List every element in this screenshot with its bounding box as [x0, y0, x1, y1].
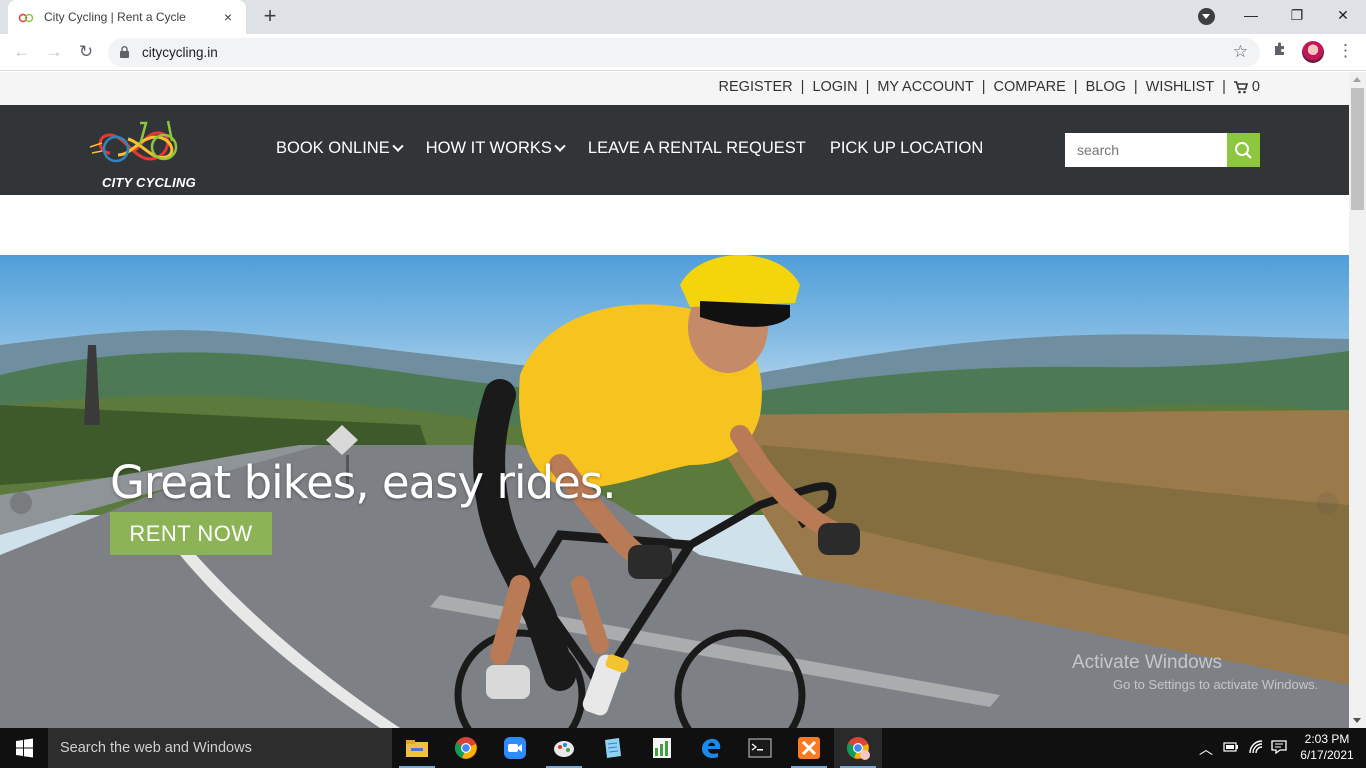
scroll-up-arrow-icon[interactable] — [1353, 77, 1361, 82]
cart-link[interactable]: 0 — [1233, 79, 1260, 95]
taskbar-search-placeholder: Search the web and Windows — [60, 740, 252, 756]
separator: | — [865, 79, 870, 95]
terminal-icon[interactable] — [736, 728, 784, 768]
spreadsheet-icon[interactable] — [638, 728, 686, 768]
scroll-thumb[interactable] — [1351, 88, 1364, 210]
edge-icon[interactable] — [687, 728, 735, 768]
new-tab-button[interactable]: + — [258, 5, 282, 29]
clock-date: 6/17/2021 — [1300, 748, 1354, 762]
wifi-icon[interactable] — [1248, 739, 1264, 758]
search-input[interactable] — [1065, 133, 1227, 167]
site-favicon-icon — [18, 13, 34, 23]
search-icon — [1235, 142, 1252, 159]
web-page: REGISTER | LOGIN | MY ACCOUNT | COMPARE … — [0, 72, 1349, 728]
register-link[interactable]: REGISTER — [719, 79, 793, 95]
slider-prev-arrow-icon[interactable] — [10, 492, 32, 514]
login-link[interactable]: LOGIN — [812, 79, 857, 95]
nav-leave-rental-request[interactable]: LEAVE A RENTAL REQUEST — [588, 139, 806, 158]
lock-icon — [120, 46, 129, 58]
cart-count: 0 — [1251, 79, 1260, 95]
scroll-down-arrow-icon[interactable] — [1353, 718, 1361, 723]
bicycle-logo-icon — [89, 120, 178, 163]
nav-label: PICK UP LOCATION — [829, 139, 984, 157]
close-window-button[interactable]: ✕ — [1320, 0, 1366, 32]
blog-link[interactable]: BLOG — [1086, 79, 1126, 95]
system-clock[interactable]: 2:03 PM 6/17/2021 — [1296, 731, 1358, 763]
xampp-icon[interactable] — [785, 728, 833, 768]
page-scrollbar[interactable] — [1349, 72, 1366, 728]
paint-icon[interactable] — [540, 728, 588, 768]
main-navigation: CITY CYCLING BOOK ONLINE HOW IT WORKS LE… — [0, 105, 1349, 195]
activate-windows-watermark: Activate Windows Go to Settings to activ… — [1072, 652, 1318, 692]
close-tab-icon[interactable]: × — [220, 9, 236, 25]
search-button[interactable] — [1227, 133, 1260, 167]
battery-icon[interactable] — [1223, 739, 1239, 758]
nav-pick-up-location[interactable]: PICK UP LOCATION — [830, 139, 983, 158]
separator: | — [1073, 79, 1078, 95]
chevron-down-icon — [554, 140, 566, 152]
primary-menu: BOOK ONLINE HOW IT WORKS LEAVE A RENTAL … — [276, 139, 1007, 158]
browser-toolbar: ← → ↻ citycycling.in ☆ ⋮ — [0, 34, 1366, 71]
separator: | — [981, 79, 986, 95]
chevron-down-icon — [392, 140, 404, 152]
back-arrow-icon[interactable]: ← — [10, 40, 34, 64]
reload-icon[interactable]: ↻ — [74, 40, 98, 64]
separator: | — [1133, 79, 1138, 95]
taskbar-search-box[interactable]: Search the web and Windows — [48, 728, 392, 768]
chrome-profile-icon[interactable] — [834, 728, 882, 768]
address-bar[interactable]: citycycling.in ☆ — [108, 38, 1260, 67]
rent-now-button[interactable]: RENT NOW — [110, 512, 272, 555]
hero-headline: Great bikes, easy rides. — [110, 456, 616, 509]
extensions-puzzle-icon[interactable] — [1270, 41, 1290, 61]
browser-tab-strip: City Cycling | Rent a Cycle × + — ❐ ✕ — [0, 0, 1366, 34]
clock-time: 2:03 PM — [1304, 732, 1350, 746]
hero-slider: Great bikes, easy rides. RENT NOW Activa… — [0, 255, 1349, 728]
nav-label: BOOK ONLINE — [276, 139, 390, 157]
forward-arrow-icon[interactable]: → — [42, 40, 66, 64]
separator: | — [800, 79, 805, 95]
nav-book-online[interactable]: BOOK ONLINE — [276, 139, 404, 158]
windows-taskbar: Search the web and Windows ︿ 2:03 PM 6/1… — [0, 728, 1366, 768]
nav-how-it-works[interactable]: HOW IT WORKS — [425, 139, 566, 158]
browser-menu-icon[interactable]: ⋮ — [1337, 41, 1354, 61]
compare-link[interactable]: COMPARE — [994, 79, 1066, 95]
browser-tab[interactable]: City Cycling | Rent a Cycle × — [8, 0, 246, 34]
zoom-icon[interactable] — [491, 728, 539, 768]
logo-text: CITY CYCLING — [102, 175, 196, 190]
my-account-link[interactable]: MY ACCOUNT — [877, 79, 973, 95]
notepad-icon[interactable] — [589, 728, 637, 768]
slider-next-arrow-icon[interactable] — [1316, 492, 1338, 514]
watermark-subtitle: Go to Settings to activate Windows. — [1113, 677, 1319, 692]
chrome-icon[interactable] — [442, 728, 490, 768]
site-logo[interactable]: CITY CYCLING — [88, 113, 198, 191]
notifications-icon[interactable] — [1271, 739, 1287, 758]
wishlist-link[interactable]: WISHLIST — [1146, 79, 1214, 95]
restore-button[interactable]: ❐ — [1274, 0, 1320, 32]
bookmark-star-icon[interactable]: ☆ — [1233, 42, 1248, 62]
tab-search-icon[interactable] — [1198, 8, 1215, 25]
start-button[interactable] — [0, 728, 48, 768]
nav-label: HOW IT WORKS — [425, 139, 552, 157]
profile-avatar[interactable] — [1302, 41, 1324, 63]
show-hidden-icons-chevron-icon[interactable]: ︿ — [1199, 739, 1213, 759]
tab-title: City Cycling | Rent a Cycle — [44, 10, 186, 24]
windows-logo-icon — [16, 738, 33, 758]
cart-icon — [1233, 80, 1248, 93]
url-text: citycycling.in — [142, 45, 218, 60]
minimize-button[interactable]: — — [1228, 0, 1274, 32]
file-explorer-icon[interactable] — [393, 728, 441, 768]
utility-bar: REGISTER | LOGIN | MY ACCOUNT | COMPARE … — [0, 72, 1349, 105]
separator: | — [1222, 79, 1226, 95]
site-search — [1065, 133, 1260, 167]
account-links: REGISTER | LOGIN | MY ACCOUNT | COMPARE … — [719, 79, 1260, 95]
nav-label: LEAVE A RENTAL REQUEST — [587, 139, 806, 157]
watermark-title: Activate Windows — [1072, 652, 1222, 673]
